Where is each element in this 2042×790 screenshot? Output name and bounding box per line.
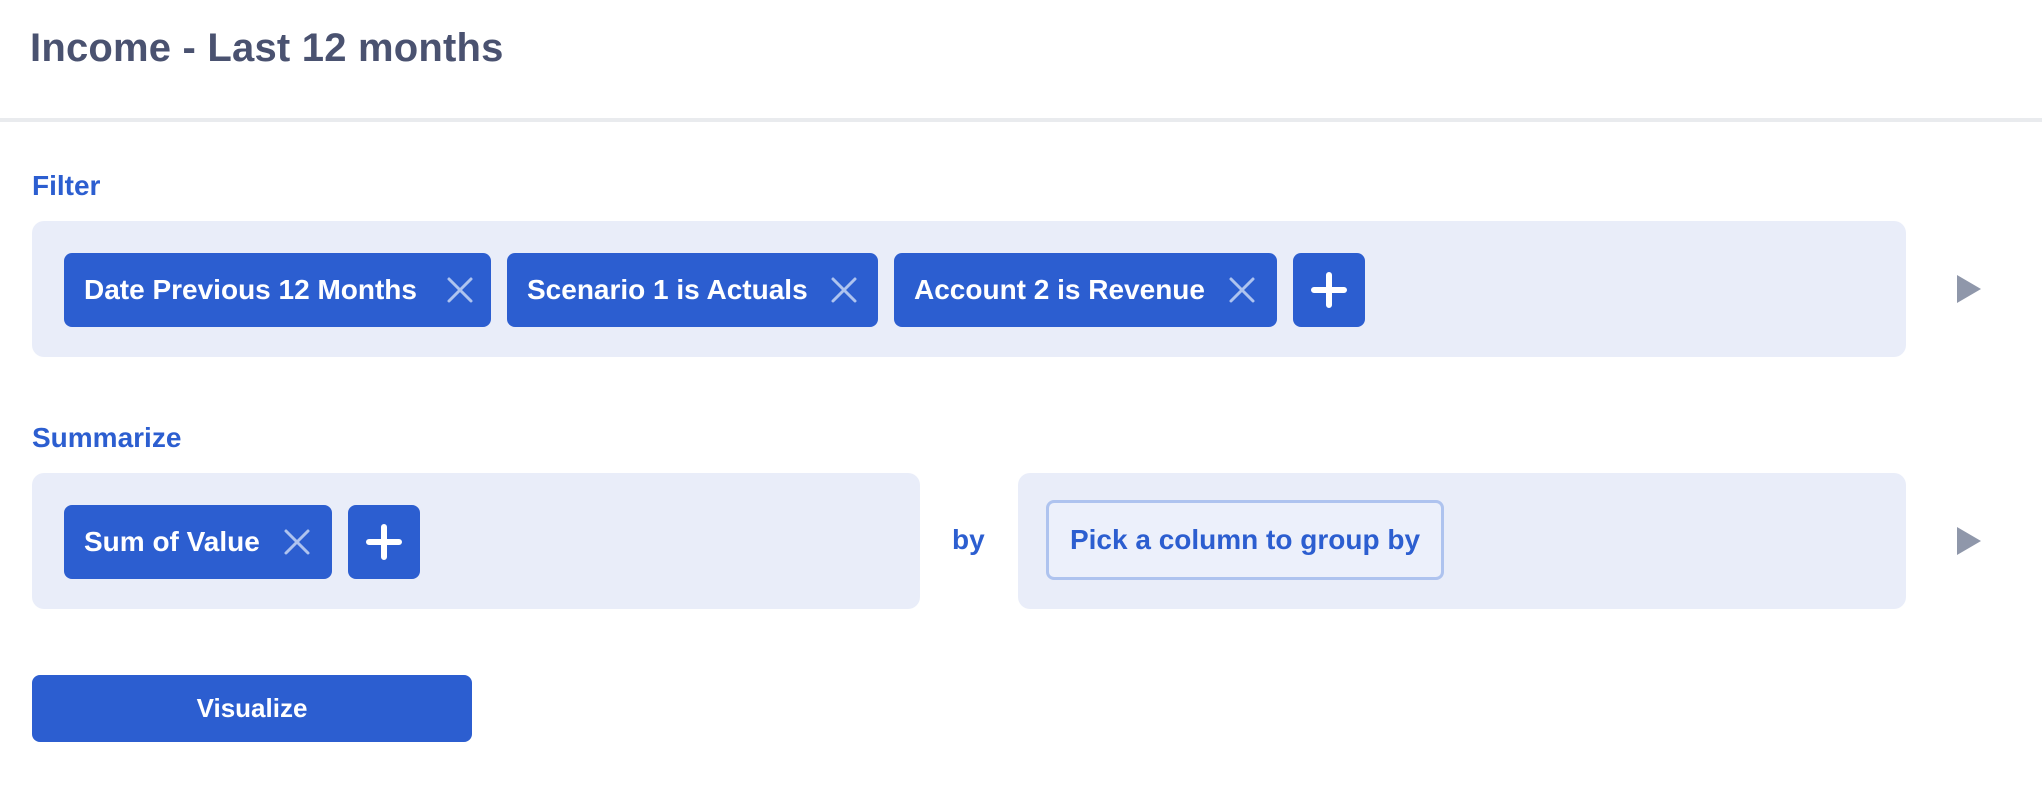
plus-icon (366, 524, 402, 560)
filter-panel: Date Previous 12 Months Scenario 1 is Ac… (32, 221, 1906, 357)
filter-label: Filter (32, 170, 101, 201)
summarize-label: Summarize (32, 422, 182, 453)
close-icon[interactable] (446, 276, 474, 304)
group-by-picker[interactable]: Pick a column to group by (1046, 500, 1444, 580)
close-icon[interactable] (830, 276, 858, 304)
filter-chip-label: Scenario 1 is Actuals (527, 274, 808, 305)
filter-chip-label: Account 2 is Revenue (914, 274, 1205, 305)
add-metric-button[interactable] (348, 505, 420, 579)
filter-chip-date[interactable]: Date Previous 12 Months (64, 253, 491, 327)
plus-icon (1311, 272, 1347, 308)
page-title: Income - Last 12 months (30, 26, 504, 70)
filter-chip-account[interactable]: Account 2 is Revenue (894, 253, 1277, 327)
close-icon[interactable] (283, 528, 311, 556)
by-label: by (952, 524, 985, 555)
summarize-chip-sum-of-value[interactable]: Sum of Value (64, 505, 332, 579)
header: Income - Last 12 months (0, 0, 2042, 122)
visualize-button[interactable]: Visualize (32, 675, 472, 742)
filter-chip-label: Date Previous 12 Months (84, 274, 417, 305)
filter-chip-scenario[interactable]: Scenario 1 is Actuals (507, 253, 878, 327)
add-filter-button[interactable] (1293, 253, 1365, 327)
summarize-panel: Sum of Value (32, 473, 920, 609)
summarize-run-arrow-icon[interactable] (1955, 525, 1983, 557)
summarize-chip-label: Sum of Value (84, 526, 260, 557)
close-icon[interactable] (1228, 276, 1256, 304)
filter-run-arrow-icon[interactable] (1955, 273, 1983, 305)
